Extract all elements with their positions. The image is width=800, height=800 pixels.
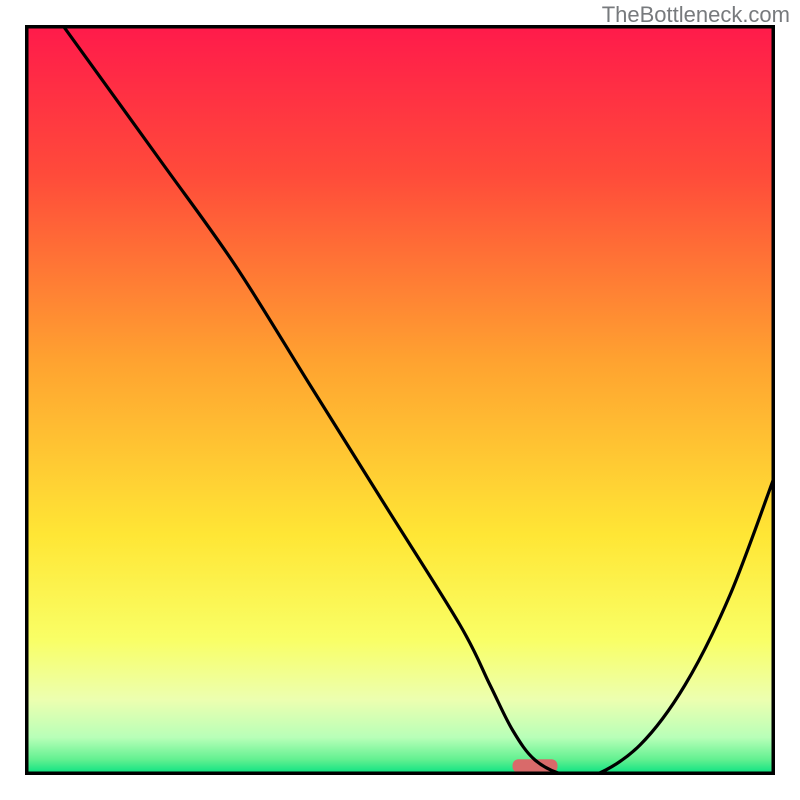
gradient-background — [25, 25, 775, 775]
plot-area — [25, 25, 775, 775]
chart-svg — [25, 25, 775, 775]
chart-frame: TheBottleneck.com — [0, 0, 800, 800]
